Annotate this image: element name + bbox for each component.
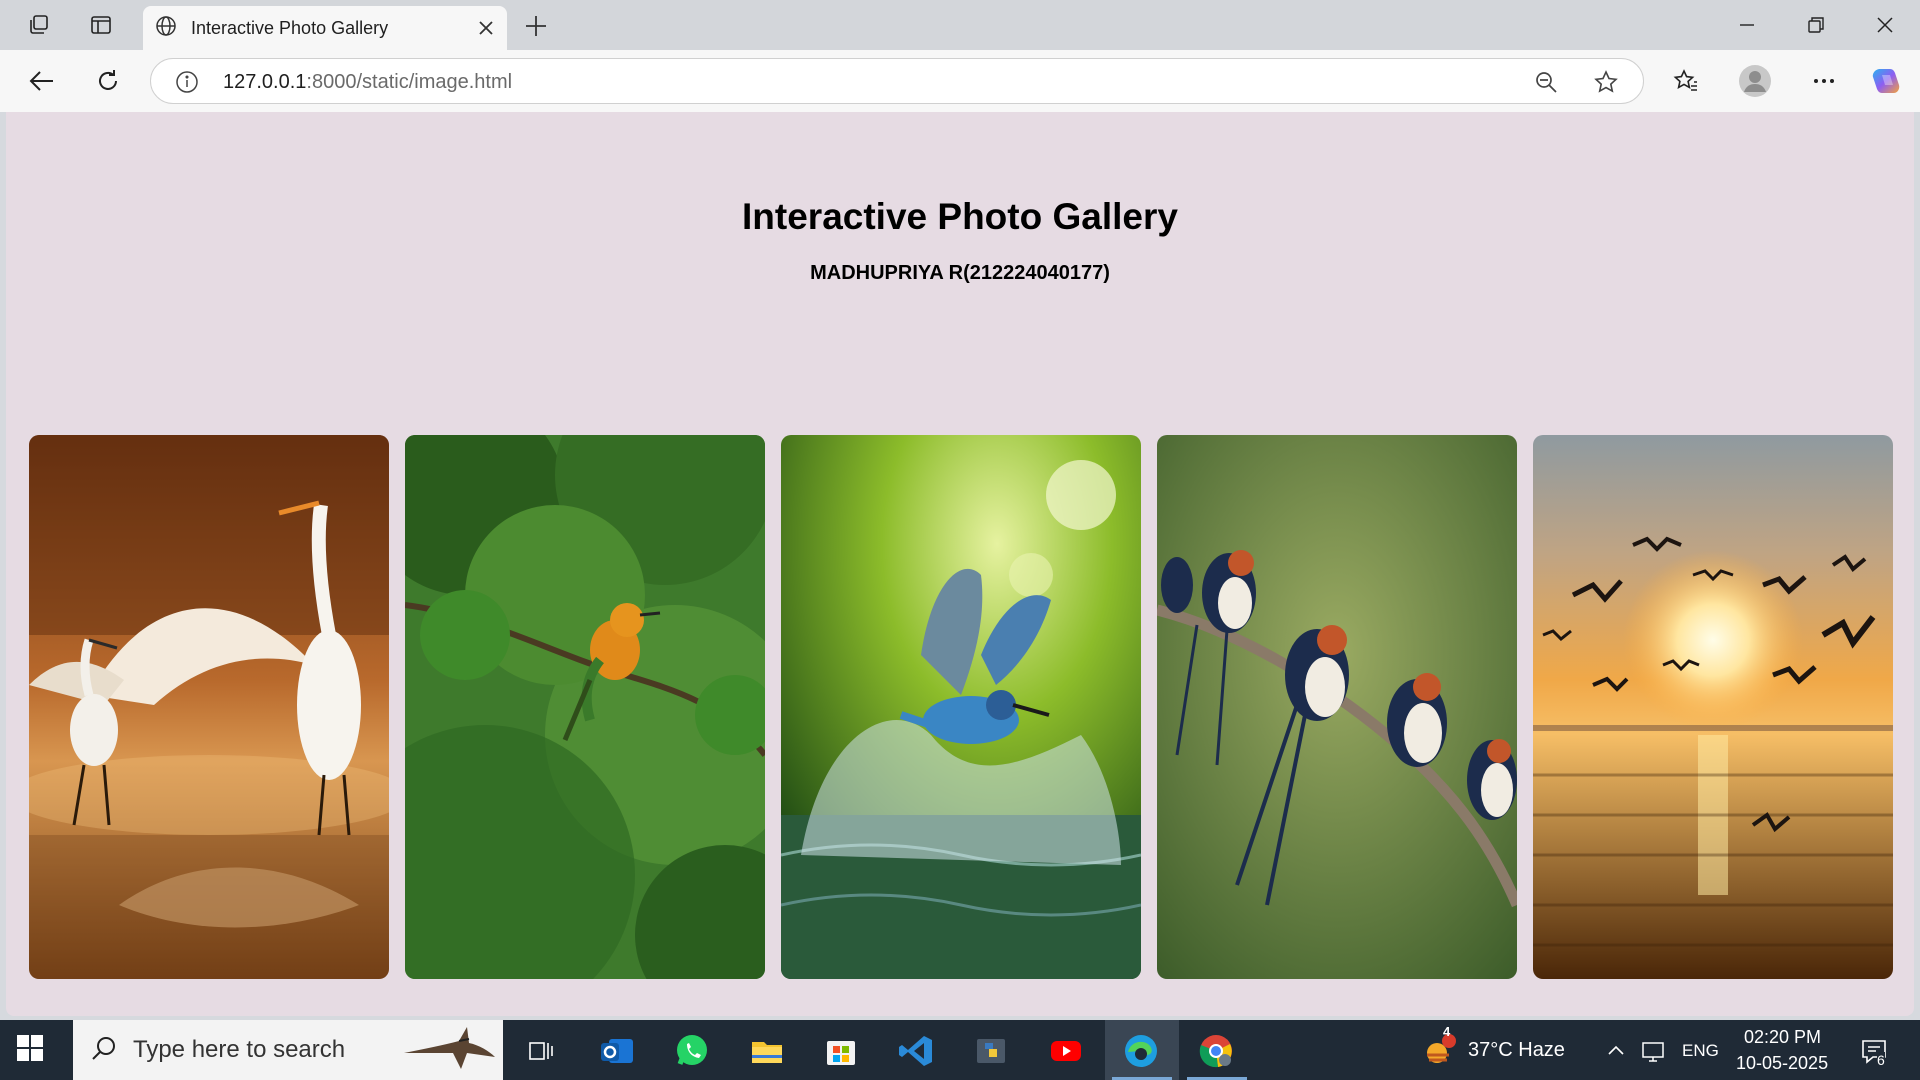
tab-strip: Interactive Photo Gallery: [0, 0, 1920, 50]
show-hidden-icons-icon[interactable]: [1597, 1032, 1635, 1070]
page-viewport: Interactive Photo Gallery MADHUPRIYA R(2…: [6, 112, 1914, 1016]
photo-egrets[interactable]: [29, 435, 389, 979]
notifications-icon[interactable]: [1855, 1032, 1893, 1070]
windows-start-icon[interactable]: [16, 1034, 48, 1066]
whatsapp-icon[interactable]: [673, 1032, 711, 1070]
back-icon[interactable]: [24, 63, 60, 99]
language-indicator[interactable]: ENG: [1682, 1041, 1719, 1061]
photo-gallery: [29, 435, 1895, 979]
site-info-icon[interactable]: [175, 70, 199, 94]
globe-icon: [155, 15, 177, 42]
copilot-icon[interactable]: [1868, 63, 1904, 99]
photo-bee-eater[interactable]: [405, 435, 765, 979]
weather-badge: 4: [1443, 1024, 1451, 1039]
page-subtitle: MADHUPRIYA R(212224040177): [810, 262, 1110, 284]
photo-swallows[interactable]: [1157, 435, 1517, 979]
outlook-icon[interactable]: [598, 1032, 636, 1070]
refresh-icon[interactable]: [90, 63, 126, 99]
notification-count: 6: [1877, 1052, 1885, 1068]
search-placeholder: Type here to search: [133, 1036, 346, 1063]
close-tab-icon[interactable]: [471, 13, 501, 43]
profile-avatar[interactable]: [1737, 63, 1773, 99]
clock-date[interactable]: 10-05-2025: [1736, 1053, 1828, 1074]
network-icon[interactable]: [1634, 1032, 1672, 1070]
favorite-star-icon[interactable]: [1593, 69, 1619, 95]
more-options-icon[interactable]: [1806, 63, 1842, 99]
close-window-icon[interactable]: [1852, 0, 1918, 50]
browser-toolbar: 127.0.0.1:8000/static/image.html: [0, 50, 1920, 112]
file-explorer-icon[interactable]: [748, 1032, 786, 1070]
microsoft-store-icon[interactable]: [822, 1032, 860, 1070]
weather-icon[interactable]: [1420, 1032, 1458, 1070]
page-title: Interactive Photo Gallery: [742, 196, 1178, 237]
address-bar[interactable]: 127.0.0.1:8000/static/image.html: [150, 58, 1644, 104]
chrome-icon[interactable]: [1197, 1032, 1235, 1070]
active-tab[interactable]: Interactive Photo Gallery: [143, 6, 507, 50]
photo-kingfisher[interactable]: [781, 435, 1141, 979]
search-highlight-bird-icon: [399, 1023, 499, 1078]
workspaces-icon[interactable]: [26, 12, 52, 38]
minimize-icon[interactable]: [1714, 0, 1780, 50]
clock-time[interactable]: 02:20 PM: [1744, 1027, 1821, 1048]
restore-icon[interactable]: [1783, 0, 1849, 50]
vertical-tabs-icon[interactable]: [88, 12, 114, 38]
favorites-icon[interactable]: [1668, 63, 1704, 99]
edge-icon[interactable]: [1122, 1032, 1160, 1070]
taskbar-search[interactable]: Type here to search: [73, 1020, 503, 1080]
vscode-icon[interactable]: [897, 1032, 935, 1070]
task-view-icon[interactable]: [521, 1032, 559, 1070]
taskbar: Type here to search 4 37°C Haze ENG 02:2…: [0, 1020, 1920, 1080]
new-tab-button[interactable]: [520, 10, 552, 42]
tab-title: Interactive Photo Gallery: [191, 17, 389, 38]
photo-birds-sunset[interactable]: [1533, 435, 1893, 979]
weather-text[interactable]: 37°C Haze: [1468, 1039, 1565, 1062]
python-icon[interactable]: [972, 1032, 1010, 1070]
url-text[interactable]: 127.0.0.1:8000/static/image.html: [223, 71, 512, 94]
zoom-out-icon[interactable]: [1533, 69, 1559, 95]
youtube-icon[interactable]: [1047, 1032, 1085, 1070]
search-icon: [91, 1035, 117, 1066]
